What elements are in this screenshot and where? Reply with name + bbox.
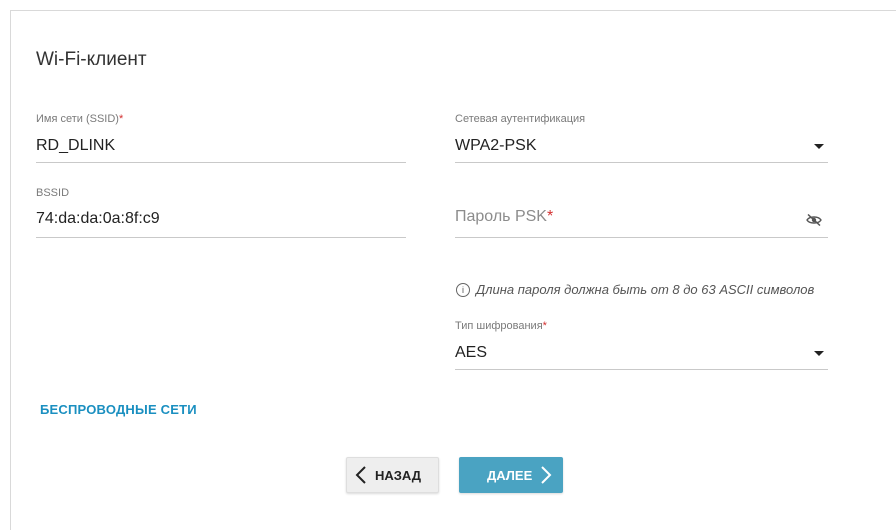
auth-value: WPA2-PSK	[455, 137, 537, 154]
next-button-label: ДАЛЕЕ	[487, 467, 533, 483]
ssid-label: Имя сети (SSID)*	[36, 113, 124, 125]
next-button[interactable]: ДАЛЕЕ	[459, 457, 563, 493]
bssid-field[interactable]: BSSID 74:da:da:0a:8f:c9	[36, 187, 406, 238]
auth-label: Сетевая аутентификация	[455, 113, 586, 125]
content-panel	[10, 10, 896, 530]
info-icon: i	[456, 282, 470, 297]
chevron-right-icon	[541, 466, 552, 484]
password-length-hint: i Длина пароля должна быть от 8 до 63 AS…	[456, 282, 814, 297]
eye-off-icon[interactable]	[806, 214, 822, 226]
page-title: Wi-Fi-клиент	[36, 49, 147, 70]
chevron-down-icon	[814, 351, 824, 356]
encryption-select[interactable]: Тип шифрования* AES	[455, 320, 828, 370]
psk-password-field[interactable]: Пароль PSK*	[455, 200, 828, 238]
chevron-left-icon	[355, 466, 366, 484]
bssid-label: BSSID	[36, 187, 70, 199]
back-button-label: НАЗАД	[375, 467, 422, 483]
chevron-down-icon	[814, 144, 824, 149]
wireless-networks-link[interactable]: БЕСПРОВОДНЫЕ СЕТИ	[40, 402, 197, 417]
psk-placeholder: Пароль PSK*	[455, 208, 554, 225]
bssid-value[interactable]: 74:da:da:0a:8f:c9	[36, 210, 160, 228]
hint-text: Длина пароля должна быть от 8 до 63 ASCI…	[476, 282, 815, 297]
encryption-label: Тип шифрования*	[455, 320, 547, 332]
back-button[interactable]: НАЗАД	[346, 457, 439, 493]
encryption-value: AES	[455, 344, 488, 361]
ssid-value[interactable]: RD_DLINK	[36, 137, 115, 155]
ssid-field[interactable]: Имя сети (SSID)* RD_DLINK	[36, 113, 406, 163]
auth-select[interactable]: Сетевая аутентификация WPA2-PSK	[455, 113, 828, 163]
